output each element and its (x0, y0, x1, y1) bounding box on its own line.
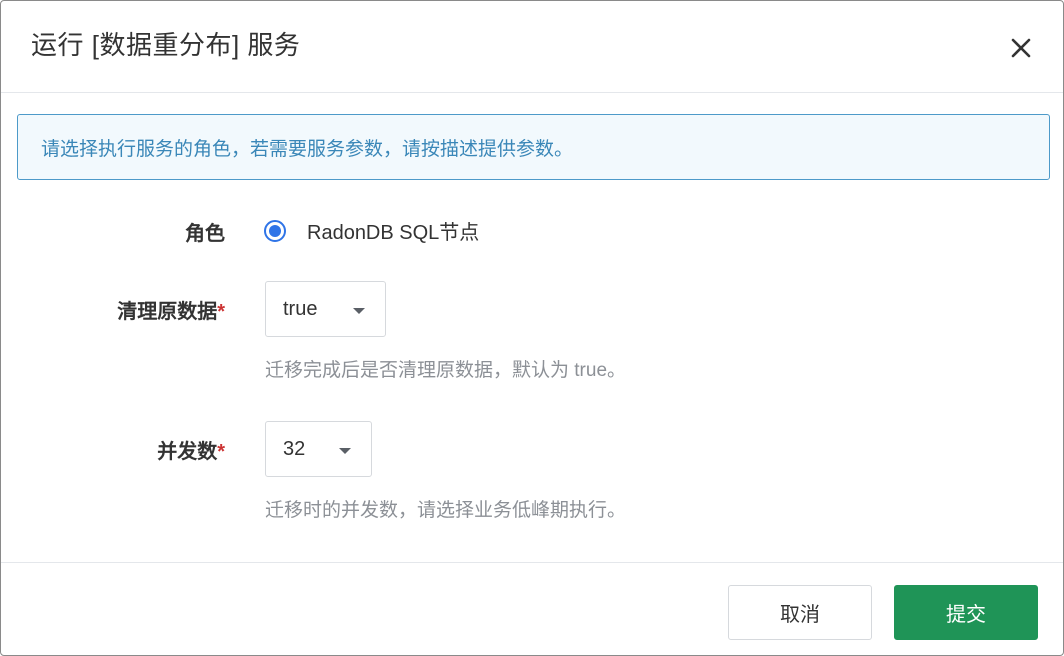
run-service-dialog: 运行 [数据重分布] 服务 请选择执行服务的角色，若需要服务参数，请按描述提供参… (0, 0, 1064, 656)
cancel-button[interactable]: 取消 (728, 585, 872, 640)
role-radio-option[interactable]: RadonDB SQL节点 (264, 216, 479, 245)
dialog-title: 运行 [数据重分布] 服务 (31, 30, 301, 60)
dialog-header: 运行 [数据重分布] 服务 (1, 1, 1063, 93)
radio-button[interactable] (264, 219, 286, 242)
caret-down-icon (339, 448, 351, 454)
clean-data-select-value: true (283, 297, 318, 320)
dialog-footer: 取消 提交 (1, 562, 1063, 656)
concurrency-select[interactable]: 32 (265, 421, 372, 477)
close-icon (1011, 38, 1031, 58)
concurrency-select-value: 32 (283, 437, 306, 460)
close-button[interactable] (1004, 31, 1038, 65)
info-banner-text: 请选择执行服务的角色，若需要服务参数，请按描述提供参数。 (41, 138, 574, 160)
info-banner: 请选择执行服务的角色，若需要服务参数，请按描述提供参数。 (17, 114, 1050, 180)
role-label: 角色 (185, 223, 225, 245)
clean-data-help: 迁移完成后是否清理原数据，默认为 true。 (265, 360, 627, 381)
concurrency-label: 并发数* (157, 441, 225, 463)
required-mark: * (217, 301, 225, 323)
concurrency-help: 迁移时的并发数，请选择业务低峰期执行。 (265, 500, 627, 521)
clean-data-label: 清理原数据* (117, 301, 225, 323)
role-radio-label: RadonDB SQL节点 (307, 222, 480, 244)
radio-selected-dot (269, 224, 281, 237)
required-mark: * (217, 441, 225, 463)
submit-button[interactable]: 提交 (894, 585, 1038, 640)
clean-data-select[interactable]: true (265, 281, 386, 337)
caret-down-icon (353, 308, 365, 314)
